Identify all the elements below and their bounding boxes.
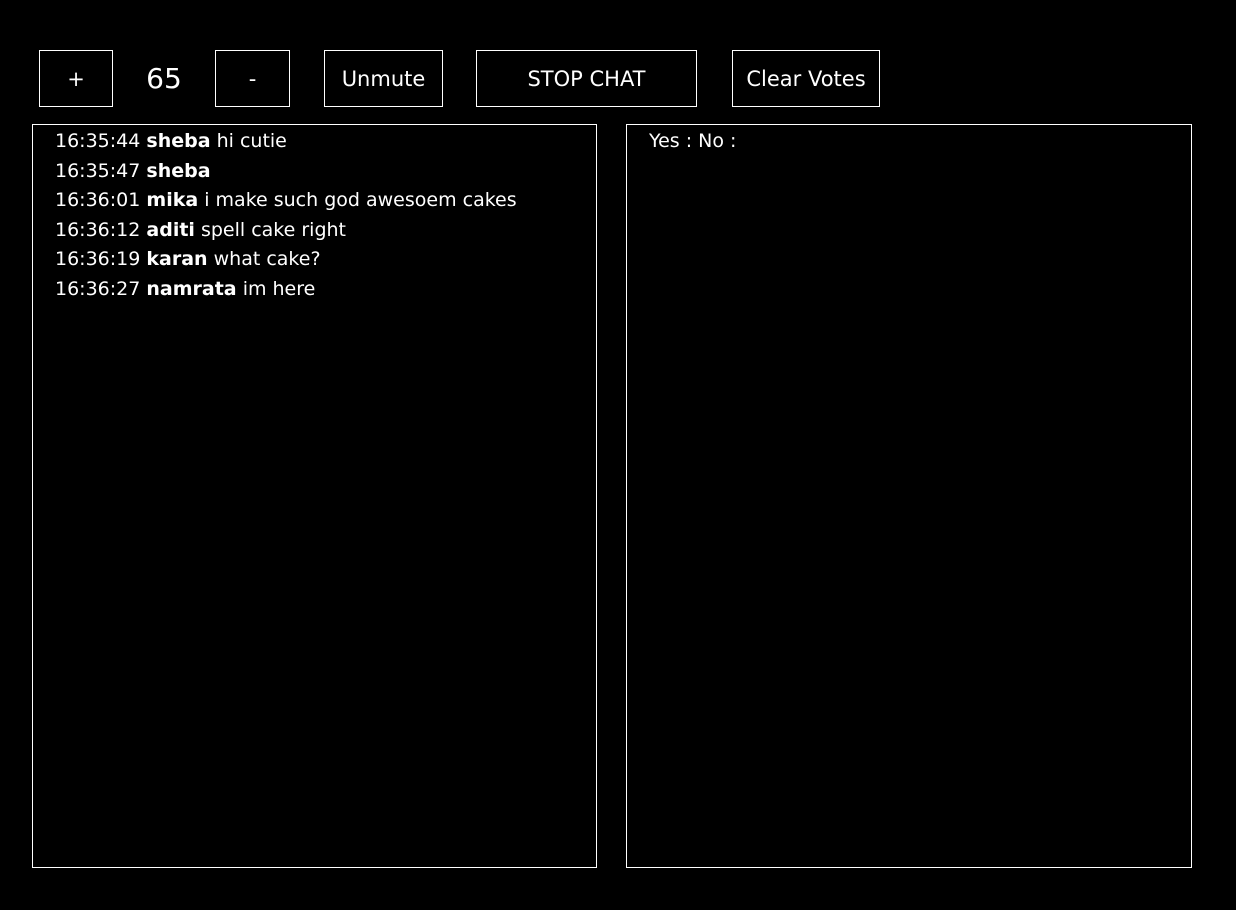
increment-button[interactable]: +	[39, 50, 113, 107]
chat-message: 16:36:27 namrata im here	[55, 275, 596, 305]
vote-panel: Yes : No :	[626, 124, 1192, 868]
chat-username: sheba	[146, 159, 211, 182]
chat-timestamp: 16:36:01	[55, 189, 141, 211]
toolbar: + 65 - Unmute STOP CHAT Clear Votes	[0, 0, 1236, 120]
vote-summary: Yes : No :	[649, 130, 737, 152]
chat-text: hi cutie	[216, 130, 287, 152]
chat-text: what cake?	[213, 248, 321, 270]
chat-message: 16:36:12 aditi spell cake right	[55, 216, 596, 246]
chat-timestamp: 16:36:27	[55, 277, 141, 300]
chat-message: 16:36:01 mika i make such god awesoem ca…	[55, 186, 596, 216]
chat-timestamp: 16:36:12	[55, 218, 141, 241]
chat-username: sheba	[146, 130, 211, 152]
chat-text: i make such god awesoem cakes	[204, 189, 517, 211]
chat-text: spell cake right	[200, 218, 347, 241]
chat-username: karan	[146, 248, 208, 270]
chat-username: mika	[146, 189, 199, 211]
unmute-button[interactable]: Unmute	[324, 50, 443, 107]
chat-timestamp: 16:35:47	[55, 159, 141, 182]
chat-timestamp: 16:36:19	[55, 248, 141, 270]
chat-message: 16:36:19 karan what cake?	[55, 245, 596, 275]
chat-text: im here	[242, 277, 316, 300]
chat-message: 16:35:44 sheba hi cutie	[55, 127, 596, 157]
stop-chat-button[interactable]: STOP CHAT	[476, 50, 697, 107]
chat-timestamp: 16:35:44	[55, 130, 141, 152]
chat-username: namrata	[146, 277, 237, 300]
decrement-button[interactable]: -	[215, 50, 290, 107]
chat-message: 16:35:47 sheba	[55, 157, 596, 187]
chat-username: aditi	[146, 218, 195, 241]
clear-votes-button[interactable]: Clear Votes	[732, 50, 880, 107]
counter-value: 65	[146, 62, 182, 95]
chat-log[interactable]: 16:35:44 sheba hi cutie 16:35:47 sheba 1…	[32, 124, 597, 868]
